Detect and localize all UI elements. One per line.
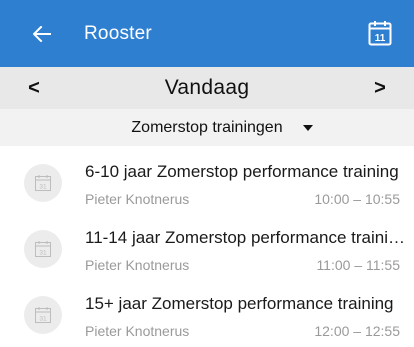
list-item[interactable]: 31 15+ jaar Zomerstop performance traini… bbox=[0, 278, 414, 344]
previous-day-button[interactable]: < bbox=[14, 67, 54, 109]
app-bar: Rooster 11 bbox=[0, 0, 414, 67]
calendar-icon-day: 31 bbox=[39, 250, 47, 257]
event-trainer: Pieter Knotnerus bbox=[85, 257, 190, 273]
event-title: 15+ jaar Zomerstop performance training bbox=[85, 294, 394, 313]
calendar-icon-day: 31 bbox=[39, 184, 47, 191]
date-navigation: < Vandaag > bbox=[0, 67, 414, 109]
event-avatar: 31 bbox=[24, 164, 62, 202]
filter-label: Zomerstop trainingen bbox=[131, 118, 283, 136]
event-avatar: 31 bbox=[24, 230, 62, 268]
list-item[interactable]: 31 11-14 jaar Zomerstop performance trai… bbox=[0, 212, 414, 278]
back-button[interactable] bbox=[30, 25, 54, 42]
event-time: 11:00 – 11:55 bbox=[316, 257, 400, 273]
arrow-left-icon bbox=[33, 25, 51, 42]
filter-dropdown[interactable]: Zomerstop trainingen bbox=[0, 109, 414, 146]
calendar-icon: 31 bbox=[35, 241, 51, 257]
event-time: 12:00 – 12:55 bbox=[314, 323, 400, 339]
next-day-button[interactable]: > bbox=[360, 67, 400, 109]
event-title: 6-10 jaar Zomerstop performance training bbox=[85, 162, 399, 181]
calendar-icon-day: 31 bbox=[39, 316, 47, 323]
list-item[interactable]: 31 6-10 jaar Zomerstop performance train… bbox=[0, 146, 414, 212]
event-time: 10:00 – 10:55 bbox=[314, 191, 400, 207]
event-trainer: Pieter Knotnerus bbox=[85, 191, 190, 207]
event-title: 11-14 jaar Zomerstop performance trainin… bbox=[85, 228, 405, 247]
calendar-icon: 31 bbox=[35, 307, 51, 323]
calendar-day-text: 11 bbox=[375, 33, 386, 44]
date-label: Vandaag bbox=[164, 76, 250, 99]
event-avatar: 31 bbox=[24, 296, 62, 334]
calendar-icon: 31 bbox=[35, 175, 51, 191]
schedule-list: 31 6-10 jaar Zomerstop performance train… bbox=[0, 146, 414, 344]
page-title: Rooster bbox=[84, 22, 152, 44]
event-trainer: Pieter Knotnerus bbox=[85, 323, 190, 339]
calendar-icon: 11 bbox=[368, 21, 392, 46]
calendar-button[interactable]: 11 bbox=[368, 20, 392, 46]
dropdown-caret-icon bbox=[302, 124, 313, 131]
